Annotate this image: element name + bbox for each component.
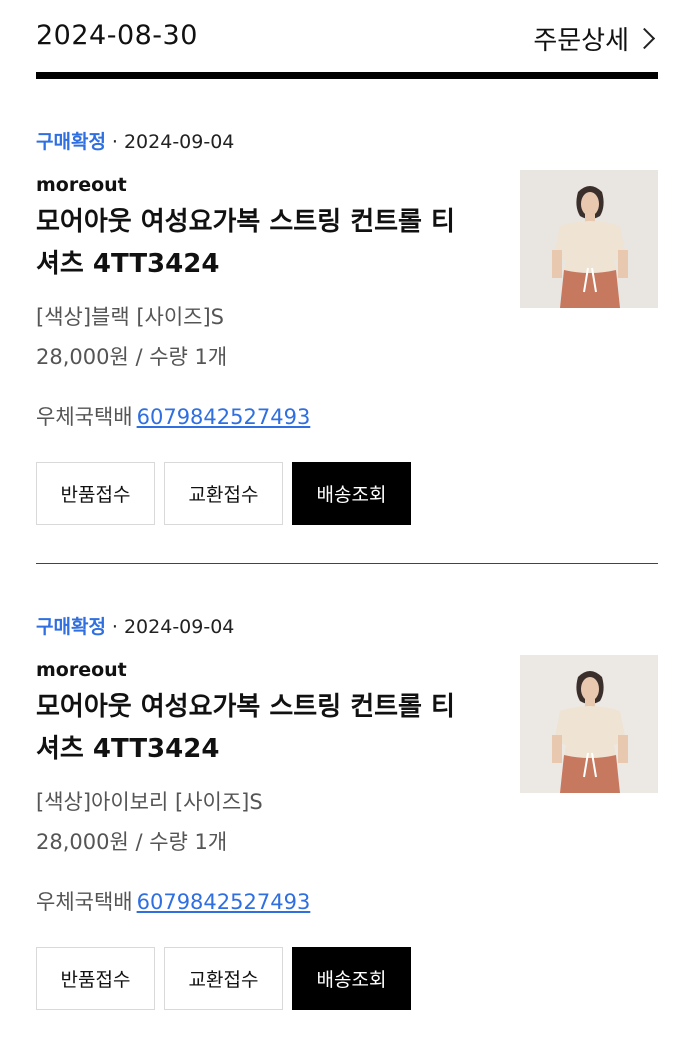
product-photo: [520, 655, 658, 793]
status-line: 구매확정 · 2024-09-04: [36, 127, 234, 154]
status-date: 2024-09-04: [123, 616, 235, 638]
shipping-info: 우체국택배 6079842527493: [36, 401, 310, 431]
price-quantity: 28,000원 / 수량 1개: [36, 830, 228, 854]
status-line: 구매확정 · 2024-09-04: [36, 612, 234, 639]
product-photo: [520, 170, 658, 308]
action-buttons: 반품접수 교환접수 배송조회: [36, 947, 411, 1010]
exchange-button[interactable]: 교환접수: [164, 947, 283, 1010]
order-item: 구매확정 · 2024-09-04 moreout 모어아웃 여성요가복 스트링 컨…: [36, 564, 658, 1048]
order-detail-label: 주문상세: [533, 26, 629, 56]
header-divider: [36, 72, 658, 79]
exchange-button[interactable]: 교환접수: [164, 462, 283, 525]
separator-dot: ·: [111, 131, 118, 153]
courier-name: 우체국택배: [36, 405, 133, 429]
return-button[interactable]: 반품접수: [36, 462, 155, 525]
tracking-number-link[interactable]: 6079842527493: [137, 890, 311, 914]
status-date: 2024-09-04: [123, 131, 235, 153]
product-title[interactable]: 모어아웃 여성요가복 스트링 컨트롤 티셔츠 4TT3424: [36, 686, 476, 770]
product-thumbnail[interactable]: [520, 655, 658, 793]
action-buttons: 반품접수 교환접수 배송조회: [36, 462, 411, 525]
tracking-number-link[interactable]: 6079842527493: [137, 405, 311, 429]
order-detail-link[interactable]: 주문상세: [533, 20, 658, 57]
chevron-right-icon: [633, 27, 656, 50]
status-badge: 구매확정: [36, 616, 106, 638]
shipping-info: 우체국택배 6079842527493: [36, 886, 310, 916]
status-badge: 구매확정: [36, 131, 106, 153]
track-delivery-button[interactable]: 배송조회: [292, 462, 411, 525]
separator-dot: ·: [111, 616, 118, 638]
order-date: 2024-08-30: [36, 20, 198, 51]
product-title[interactable]: 모어아웃 여성요가복 스트링 컨트롤 티셔츠 4TT3424: [36, 201, 476, 285]
product-options: [색상]아이보리 [사이즈]S: [36, 790, 263, 814]
product-thumbnail[interactable]: [520, 170, 658, 308]
product-options: [색상]블랙 [사이즈]S: [36, 305, 225, 329]
courier-name: 우체국택배: [36, 890, 133, 914]
brand-name: moreout: [36, 659, 127, 681]
price-quantity: 28,000원 / 수량 1개: [36, 345, 228, 369]
return-button[interactable]: 반품접수: [36, 947, 155, 1010]
order-item: 구매확정 · 2024-09-04 moreout 모어아웃 여성요가복 스트링 컨…: [36, 79, 658, 564]
brand-name: moreout: [36, 174, 127, 196]
order-header: 2024-08-30 주문상세: [36, 0, 658, 80]
track-delivery-button[interactable]: 배송조회: [292, 947, 411, 1010]
